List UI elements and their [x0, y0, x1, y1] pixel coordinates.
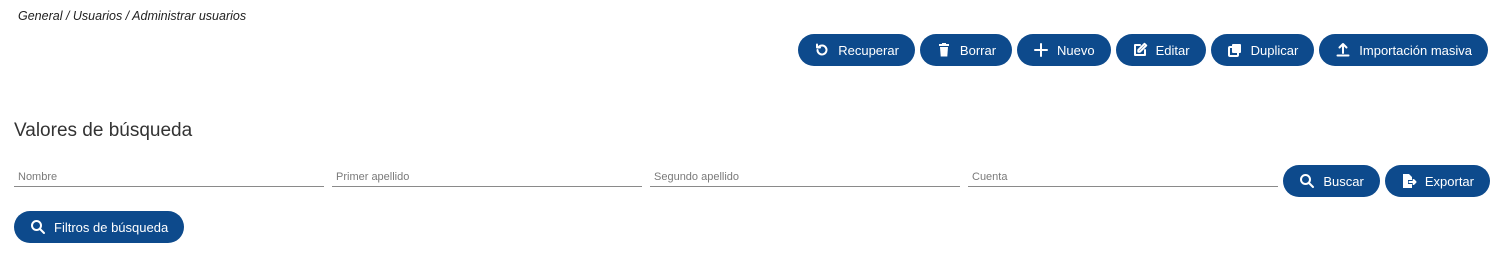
- duplicate-button-label: Duplicar: [1250, 42, 1299, 58]
- export-button-label: Exportar: [1424, 173, 1474, 189]
- edit-button-label: Editar: [1155, 42, 1190, 58]
- duplicate-icon: [1227, 44, 1241, 57]
- account-field[interactable]: [968, 167, 1278, 187]
- import-button-label: Importación masiva: [1359, 42, 1472, 58]
- search-icon: [31, 220, 45, 234]
- first-surname-field[interactable]: [332, 167, 642, 187]
- delete-button-label: Borrar: [959, 42, 997, 58]
- delete-button[interactable]: Borrar: [919, 34, 1013, 66]
- new-button[interactable]: Nuevo: [1017, 34, 1111, 66]
- name-field[interactable]: [14, 167, 324, 187]
- edit-icon: [1133, 42, 1147, 56]
- search-button[interactable]: Buscar: [1283, 165, 1380, 197]
- edit-button[interactable]: Editar: [1115, 34, 1206, 66]
- breadcrumb: General / Usuarios / Administrar usuario…: [18, 9, 247, 23]
- search-button-label: Buscar: [1323, 173, 1364, 189]
- plus-icon: [1034, 43, 1049, 57]
- search-filters-button[interactable]: Filtros de búsqueda: [14, 211, 185, 243]
- export-button[interactable]: Exportar: [1384, 165, 1490, 197]
- search-icon: [1300, 174, 1315, 188]
- undo-icon: [816, 43, 828, 56]
- new-button-label: Nuevo: [1057, 42, 1095, 58]
- upload-icon: [1336, 43, 1350, 57]
- recover-button[interactable]: Recuperar: [798, 34, 915, 66]
- trash-icon: [938, 43, 949, 57]
- search-actions: Buscar Exportar: [1283, 165, 1490, 197]
- second-surname-field[interactable]: [650, 167, 960, 187]
- search-section-title: Valores de búsqueda: [14, 120, 193, 141]
- import-button[interactable]: Importación masiva: [1319, 34, 1488, 66]
- recover-button-label: Recuperar: [838, 42, 899, 58]
- search-filters-button-label: Filtros de búsqueda: [54, 219, 169, 235]
- export-icon: [1402, 174, 1417, 188]
- duplicate-button[interactable]: Duplicar: [1210, 34, 1315, 66]
- toolbar: Recuperar Borrar Nuevo Editar Duplicar I…: [798, 34, 1488, 66]
